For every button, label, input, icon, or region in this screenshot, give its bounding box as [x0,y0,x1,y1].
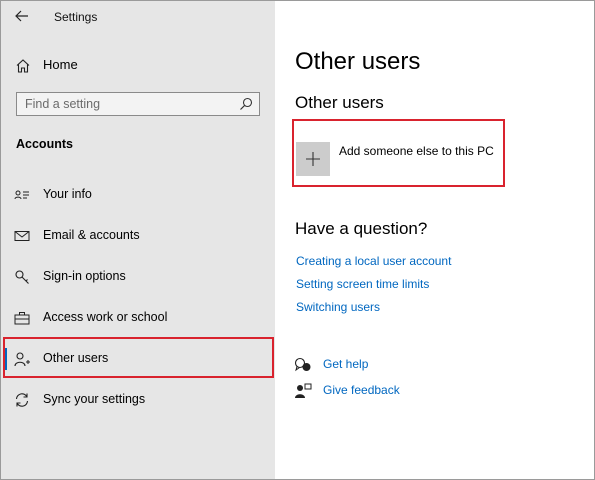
search-box[interactable] [16,92,260,116]
key-icon [15,270,29,284]
sidebar-item-sign-in-options[interactable]: Sign-in options [1,260,275,294]
back-button[interactable] [9,5,35,27]
get-help-link[interactable]: Get help [294,355,494,375]
sidebar-item-access-work-school[interactable]: Access work or school [1,301,275,335]
sidebar-item-sync-settings[interactable]: Sync your settings [1,383,275,417]
section-title: Other users [295,93,384,112]
sidebar-item-label: Access work or school [43,310,168,324]
back-arrow-icon [15,10,28,22]
give-feedback-link[interactable]: Give feedback [294,381,494,401]
sidebar-item-email-accounts[interactable]: Email & accounts [1,219,275,253]
mail-icon [14,231,30,241]
settings-window: Settings Home Accounts Your info [0,0,595,480]
title-bar: Settings [1,1,275,33]
add-user-button[interactable]: Add someone else to this PC [296,139,506,176]
accounts-section-label: Accounts [16,137,73,151]
sync-icon [15,393,29,407]
sidebar-item-your-info[interactable]: Your info [1,178,275,212]
highlight-box-other-users [3,337,274,378]
give-feedback-label: Give feedback [323,383,400,397]
sidebar-item-label: Email & accounts [43,228,140,242]
briefcase-icon [14,312,30,325]
sidebar-item-label: Your info [43,187,92,201]
sidebar: Settings Home Accounts Your info [1,1,275,479]
search-input[interactable] [17,93,245,115]
link-local-user-account[interactable]: Creating a local user account [296,254,451,268]
feedback-icon [295,383,312,398]
get-help-label: Get help [323,357,369,371]
app-title: Settings [54,10,98,24]
chat-help-icon [294,357,311,372]
person-card-icon [14,190,29,200]
add-user-label: Add someone else to this PC [339,144,494,158]
home-label: Home [43,57,78,72]
page-title: Other users [295,48,421,75]
sidebar-item-label: Sync your settings [43,392,146,406]
link-switching-users[interactable]: Switching users [296,300,380,314]
plus-icon [306,152,320,166]
plus-tile [296,142,330,176]
home-nav-item[interactable]: Home [1,51,275,79]
sidebar-item-label: Sign-in options [43,269,126,283]
question-title: Have a question? [295,219,428,238]
search-icon[interactable] [239,97,253,111]
link-screen-time-limits[interactable]: Setting screen time limits [296,277,429,291]
home-icon [16,59,30,73]
